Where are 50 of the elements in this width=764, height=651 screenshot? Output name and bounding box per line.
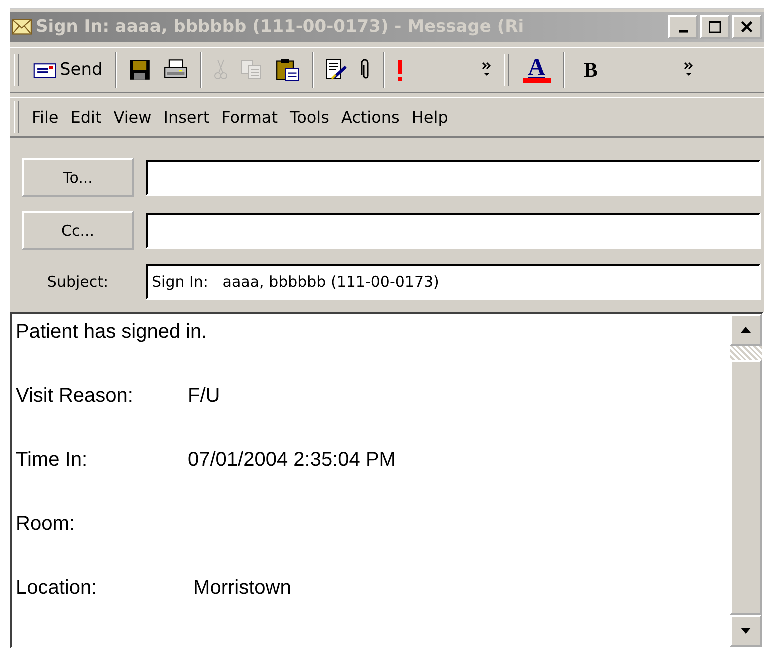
menu-item[interactable]: Help [406, 108, 454, 126]
maximize-button[interactable] [700, 15, 730, 39]
scissors-icon [214, 59, 228, 81]
body-value: 07/01/2004 2:35:04 PM [188, 449, 396, 471]
envelope-icon [12, 19, 32, 35]
bold-button[interactable]: B [572, 52, 610, 88]
chevron-icon [684, 61, 694, 79]
up-arrow-icon [741, 327, 751, 333]
scrollbar[interactable] [730, 314, 762, 647]
menu-item[interactable]: View [108, 108, 157, 126]
minimize-button[interactable] [668, 15, 698, 39]
menu-item[interactable]: Format [216, 108, 284, 126]
menu-item[interactable]: Insert [158, 108, 215, 126]
body-value: F/U [188, 385, 220, 407]
input-field[interactable] [146, 212, 761, 248]
copy-icon [240, 60, 263, 80]
minimize-icon [678, 30, 688, 32]
paperclip-icon [360, 59, 371, 81]
input-field[interactable] [146, 160, 761, 196]
input-field[interactable]: Sign In: aaaa, bbbbbb (111-00-0173) [146, 264, 761, 300]
message-body[interactable]: Patient has signed in. Visit Reason: F/U Time In: 07/01/2004 2:35:04 PM Room: Location: Morristown [10, 312, 764, 649]
menu-item[interactable]: File [27, 108, 64, 126]
body-label: Location: [16, 576, 98, 601]
maximize-icon [709, 21, 721, 33]
message-icon [33, 62, 57, 78]
scrollbar-track[interactable] [730, 346, 762, 360]
scroll-up-button[interactable] [730, 314, 762, 346]
close-icon [741, 21, 753, 33]
printer-icon [164, 59, 188, 81]
body-text: Patient has signed in. [16, 321, 208, 343]
font-color-button[interactable]: A [518, 52, 556, 88]
menu-item[interactable]: Edit [66, 108, 107, 126]
body-label: Visit Reason: [16, 384, 134, 409]
menu-item[interactable]: Actions [336, 108, 405, 126]
close-button[interactable] [732, 15, 762, 39]
chevron-icon [482, 61, 492, 79]
field-label: Subject: [46, 273, 110, 291]
scroll-down-button[interactable] [730, 615, 762, 647]
menu-item[interactable]: Tools [285, 108, 334, 126]
body-label: Room: [16, 512, 76, 537]
clipboard-icon [276, 58, 300, 82]
body-label: Time In: [16, 448, 88, 473]
address-button[interactable]: Cc... [22, 211, 134, 250]
address-button[interactable]: To... [22, 158, 134, 197]
send-button[interactable]: Send [28, 52, 108, 88]
body-value: Morristown [192, 577, 292, 599]
document-pencil-icon [326, 59, 348, 81]
scrollbar-thumb[interactable] [730, 360, 762, 615]
down-arrow-icon [741, 628, 751, 634]
exclamation-icon [396, 59, 403, 81]
